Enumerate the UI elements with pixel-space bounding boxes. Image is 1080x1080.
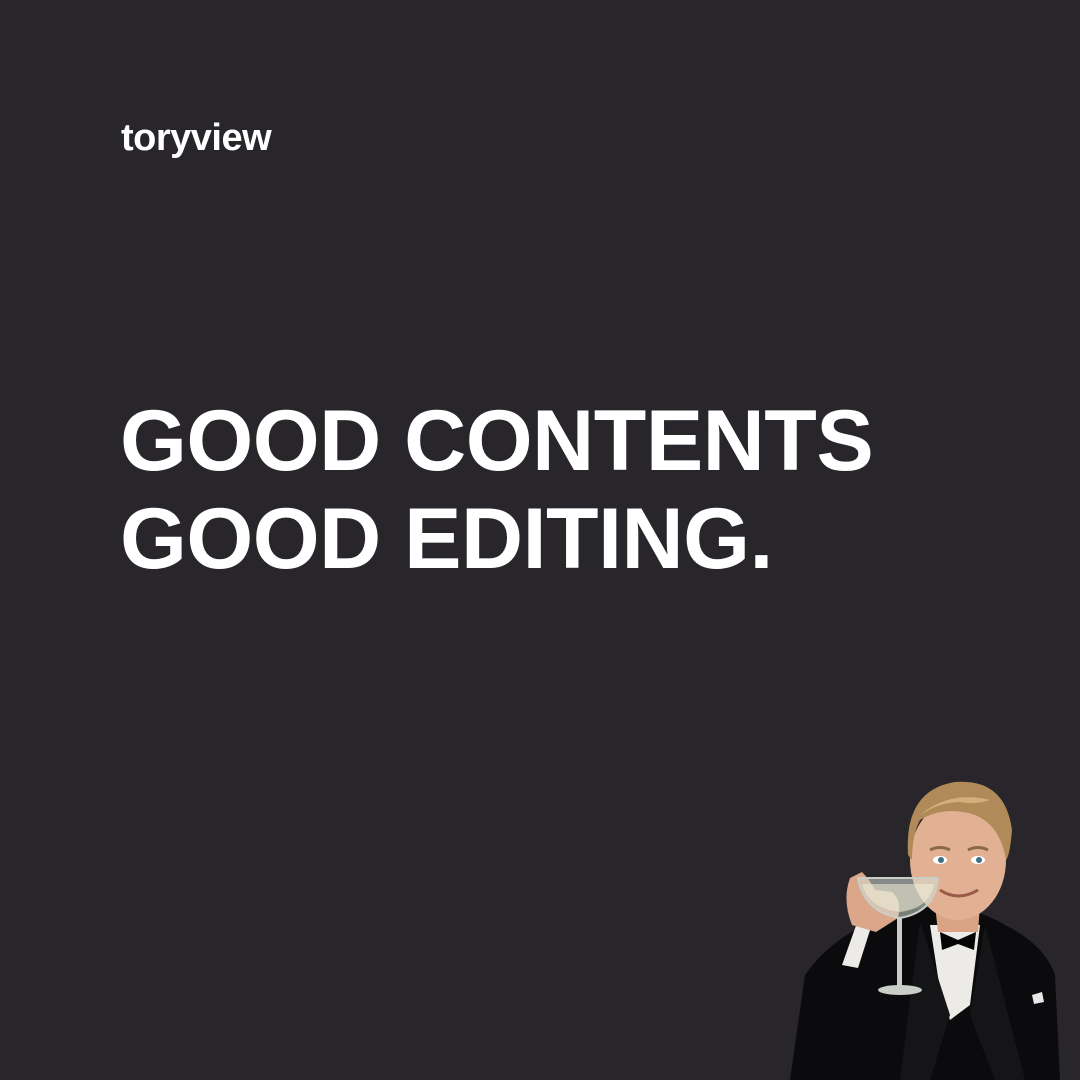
slide-canvas: toryview GOOD CONTENTS GOOD EDITING. xyxy=(0,0,1080,1080)
headline: GOOD CONTENTS GOOD EDITING. xyxy=(120,392,874,588)
headline-line-1: GOOD CONTENTS xyxy=(120,393,874,489)
headline-line-2: GOOD EDITING. xyxy=(120,491,773,587)
brand-name: toryview xyxy=(121,117,272,159)
toasting-man-icon xyxy=(780,760,1070,1080)
